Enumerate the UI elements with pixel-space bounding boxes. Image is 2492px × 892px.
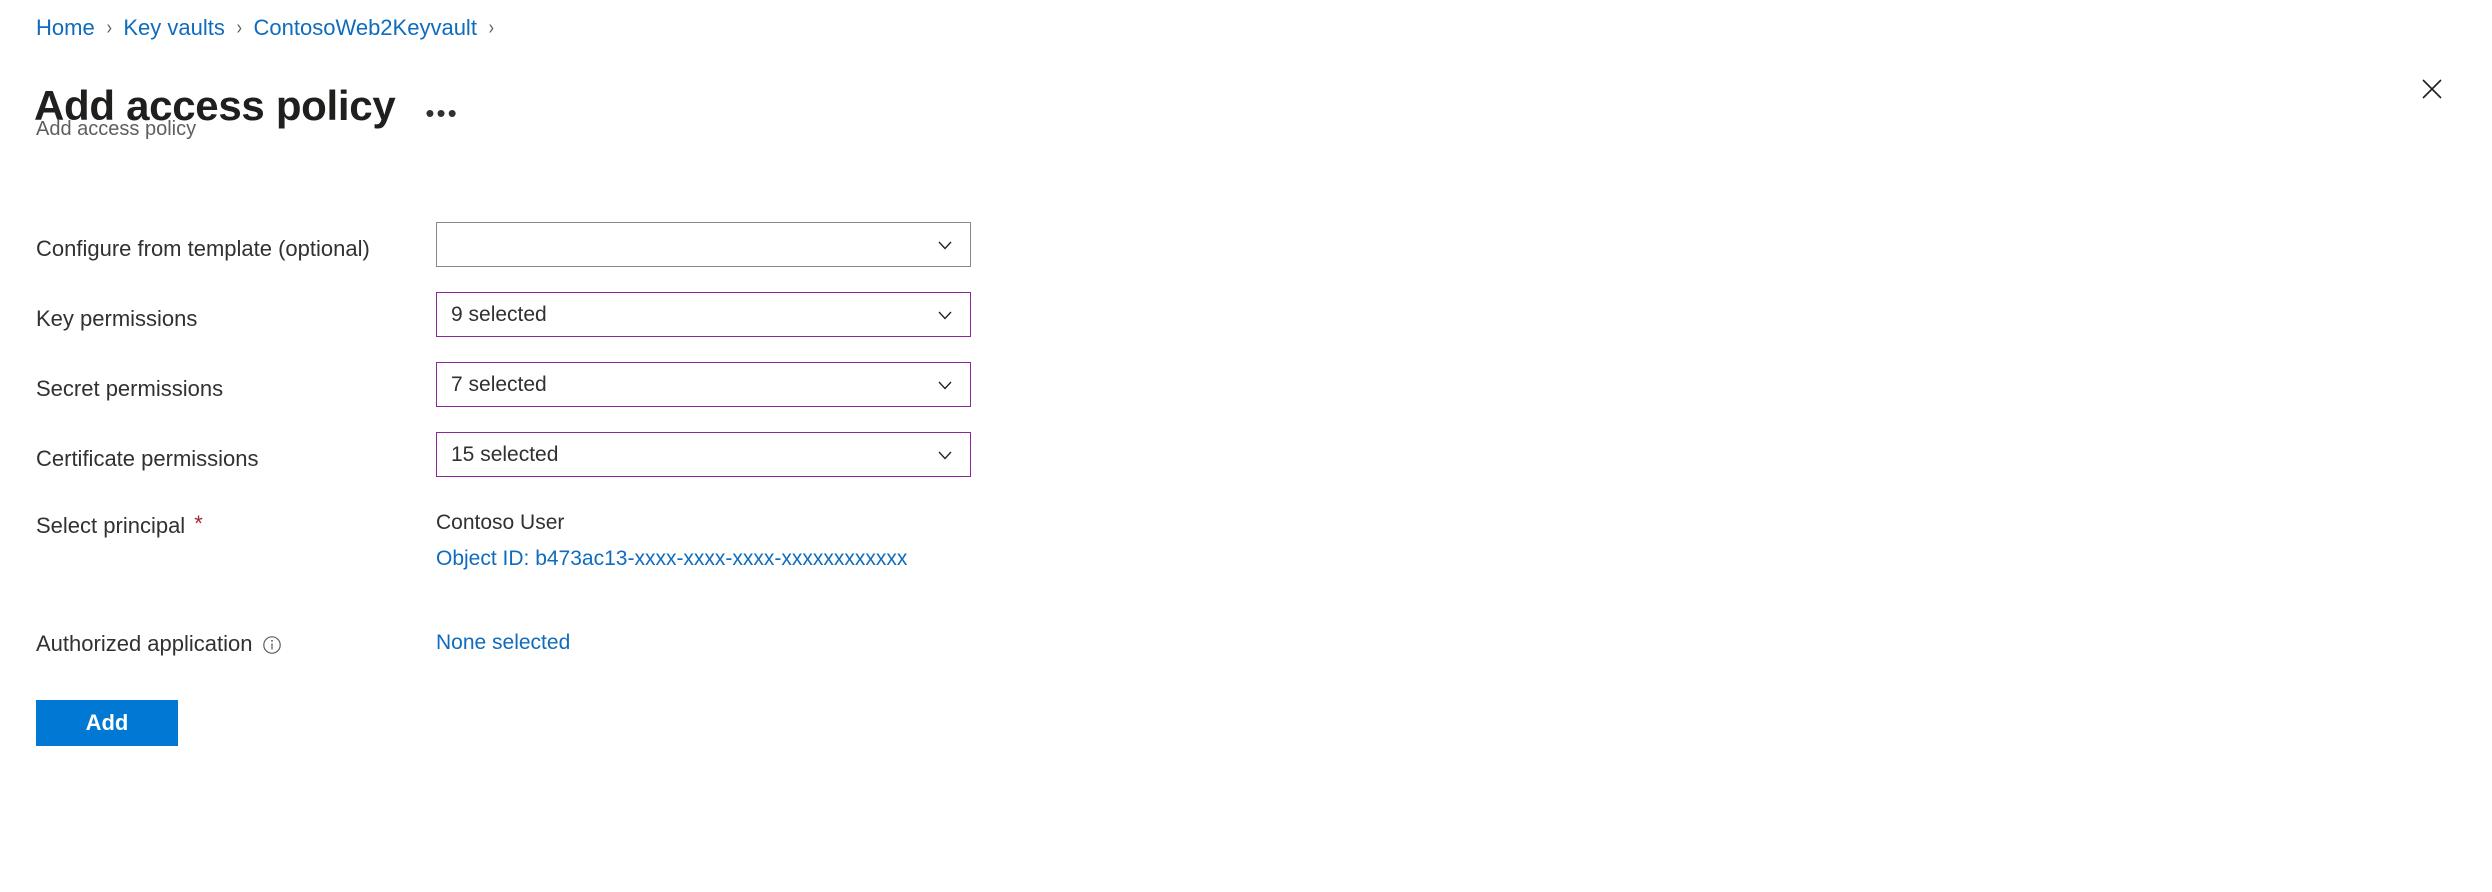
close-button[interactable] xyxy=(2410,68,2454,112)
principal-display-name: Contoso User xyxy=(436,511,565,534)
breadcrumb: Home › Key vaults › ContosoWeb2Keyvault … xyxy=(36,14,506,42)
label-text: Secret permissions xyxy=(36,376,224,401)
label-certificate-permissions: Certificate permissions xyxy=(0,432,436,473)
label-secret-permissions: Secret permissions xyxy=(0,362,436,403)
form-row-secret-permissions: Secret permissions 7 selected xyxy=(0,362,2492,432)
more-options-ellipsis-icon[interactable]: ••• xyxy=(421,100,462,126)
configure-from-template-dropdown[interactable] xyxy=(436,222,971,267)
key-permissions-value: 9 selected xyxy=(451,302,547,326)
form-row-certificate-permissions: Certificate permissions 15 selected xyxy=(0,432,2492,502)
breadcrumb-item-key-vaults[interactable]: Key vaults xyxy=(123,14,225,42)
breadcrumb-separator-chevron-icon: › xyxy=(236,17,242,39)
principal-object-id-link[interactable]: Object ID: b473ac13-xxxx-xxxx-xxxx-xxxxx… xyxy=(436,544,907,574)
form-row-configure-from-template: Configure from template (optional) xyxy=(0,222,2492,292)
close-icon xyxy=(2421,78,2443,103)
label-text: Configure from template (optional) xyxy=(36,236,370,261)
label-text: Certificate permissions xyxy=(36,446,259,471)
breadcrumb-separator-chevron-icon: › xyxy=(106,17,112,39)
label-key-permissions: Key permissions xyxy=(0,292,436,333)
chevron-down-icon xyxy=(934,374,956,396)
form-row-select-principal: Select principal * Contoso User Object I… xyxy=(0,502,2492,620)
info-icon[interactable] xyxy=(261,634,283,656)
page-header: Add access policy ••• xyxy=(34,52,463,160)
authorized-application-link[interactable]: None selected xyxy=(436,620,570,658)
add-access-policy-form: Configure from template (optional) Key p… xyxy=(0,222,2492,708)
chevron-down-icon xyxy=(934,234,956,256)
certificate-permissions-dropdown[interactable]: 15 selected xyxy=(436,432,971,477)
certificate-permissions-value: 15 selected xyxy=(451,442,559,466)
label-text: Select principal xyxy=(36,513,186,538)
add-button[interactable]: Add xyxy=(36,700,178,746)
label-text: Key permissions xyxy=(36,306,198,331)
label-text: Authorized application xyxy=(36,631,253,656)
chevron-down-icon xyxy=(934,304,956,326)
chevron-down-icon xyxy=(934,444,956,466)
breadcrumb-separator-chevron-icon: › xyxy=(488,17,494,39)
secret-permissions-value: 7 selected xyxy=(451,372,547,396)
breadcrumb-item-home[interactable]: Home xyxy=(36,14,95,42)
page-subtitle: Add access policy xyxy=(36,118,197,140)
required-asterisk: * xyxy=(194,511,203,536)
secret-permissions-dropdown[interactable]: 7 selected xyxy=(436,362,971,407)
label-select-principal: Select principal * xyxy=(0,502,436,540)
label-authorized-application: Authorized application xyxy=(0,620,436,658)
label-configure-from-template: Configure from template (optional) xyxy=(0,222,436,263)
key-permissions-dropdown[interactable]: 9 selected xyxy=(436,292,971,337)
breadcrumb-item-contosoweb2keyvault[interactable]: ContosoWeb2Keyvault xyxy=(254,14,477,42)
form-row-key-permissions: Key permissions 9 selected xyxy=(0,292,2492,362)
form-row-authorized-application: Authorized application None selected xyxy=(0,620,2492,708)
